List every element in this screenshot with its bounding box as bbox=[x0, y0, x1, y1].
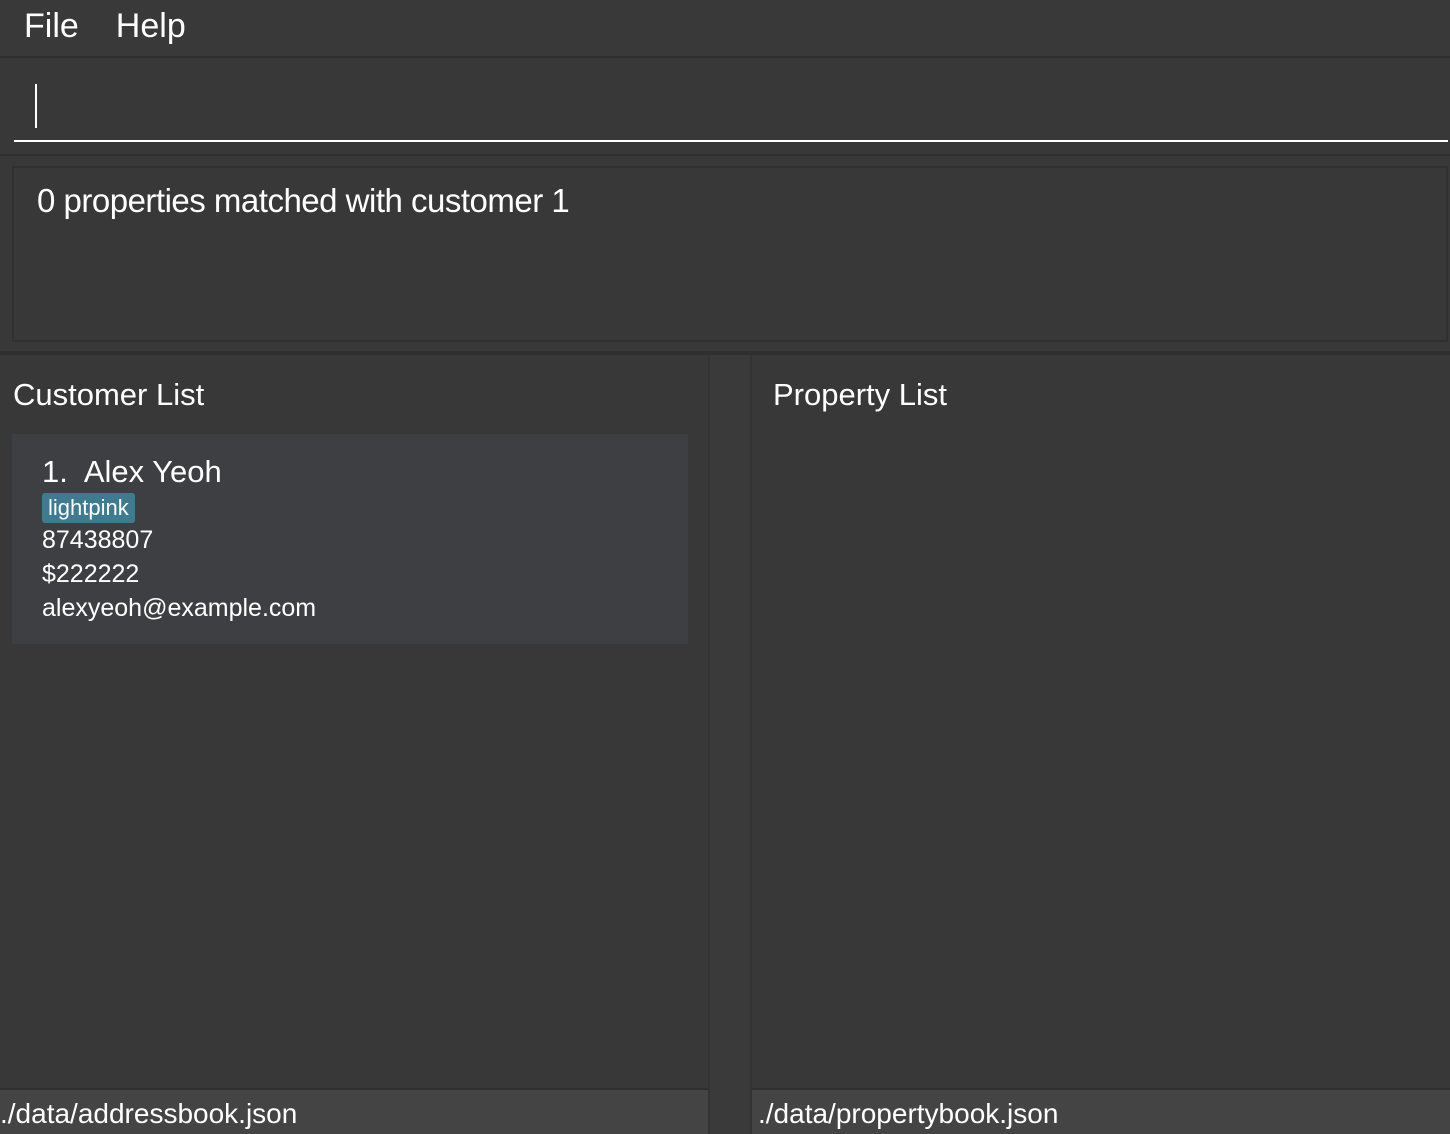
customer-list-panel: Customer List 1. Alex Yeoh lightpink 8743… bbox=[0, 355, 708, 1088]
result-display: 0 properties matched with customer 1 bbox=[12, 166, 1448, 342]
text-caret bbox=[35, 84, 37, 128]
customer-card[interactable]: 1. Alex Yeoh lightpink 87438807 $222222 a… bbox=[12, 434, 688, 644]
command-area bbox=[0, 60, 1450, 156]
property-list-title: Property List bbox=[773, 377, 948, 412]
command-input[interactable] bbox=[14, 80, 1448, 142]
customer-name: Alex Yeoh bbox=[83, 454, 222, 489]
result-message: 0 properties matched with customer 1 bbox=[37, 182, 570, 219]
customer-phone: 87438807 bbox=[42, 526, 154, 554]
status-bar-property-file: ./data/propertybook.json bbox=[752, 1088, 1450, 1134]
property-list-panel: Property List bbox=[752, 355, 1450, 1088]
status-bar-customer-file: ./data/addressbook.json bbox=[0, 1088, 708, 1134]
customer-name-row: 1. Alex Yeoh bbox=[42, 454, 222, 490]
customer-email: alexyeoh@example.com bbox=[42, 594, 317, 622]
menu-bar: File Help bbox=[0, 0, 1450, 58]
customer-list-title: Customer List bbox=[13, 377, 205, 412]
menu-help[interactable]: Help bbox=[98, 7, 205, 50]
customer-budget: $222222 bbox=[42, 560, 140, 588]
customer-index: 1. bbox=[42, 454, 68, 489]
split-pane-divider[interactable] bbox=[708, 355, 752, 1134]
customer-tag: lightpink bbox=[42, 493, 135, 523]
menu-file[interactable]: File bbox=[0, 7, 98, 50]
